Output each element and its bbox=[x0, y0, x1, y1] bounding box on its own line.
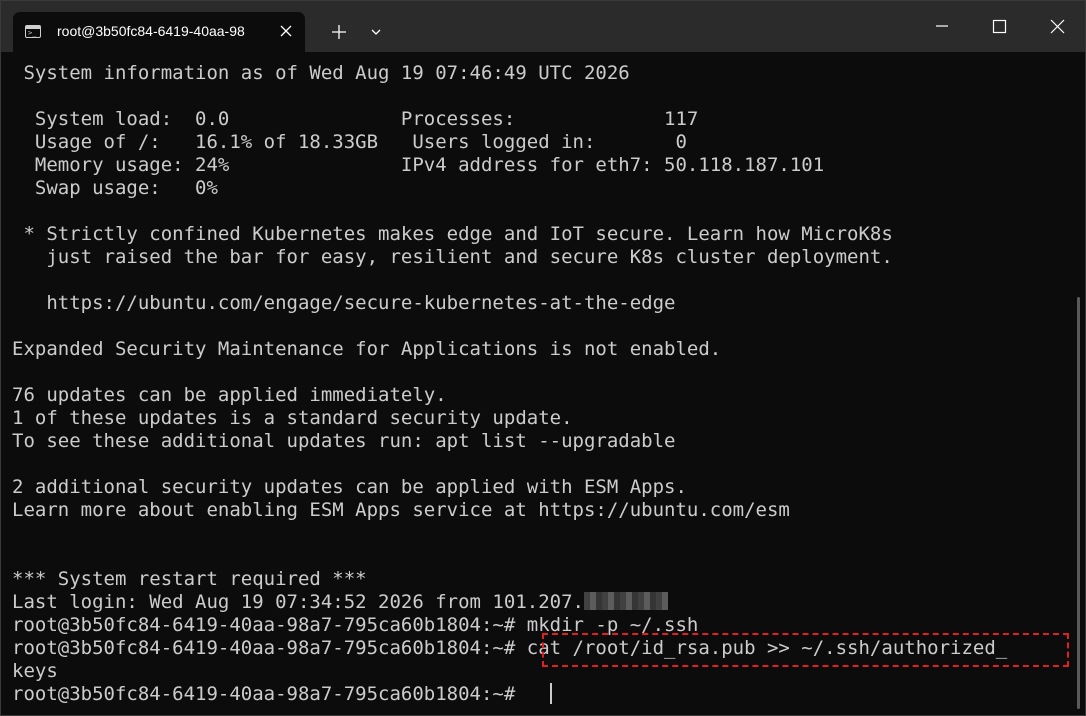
last-login-line: Last login: Wed Aug 19 07:34:52 2026 fro… bbox=[12, 591, 668, 614]
chevron-down-icon[interactable] bbox=[361, 12, 391, 52]
minimize-icon[interactable] bbox=[913, 1, 971, 52]
terminal-window: >_ root@3b50fc84-6419-40aa-98 System inf… bbox=[0, 0, 1086, 716]
title-bar: >_ root@3b50fc84-6419-40aa-98 bbox=[1, 1, 1085, 52]
tab-active[interactable]: >_ root@3b50fc84-6419-40aa-98 bbox=[13, 12, 305, 52]
terminal-line: Memory usage: 24% IPv4 address for eth7:… bbox=[12, 154, 825, 176]
current-prompt-line[interactable]: root@3b50fc84-6419-40aa-98a7-795ca60b180… bbox=[12, 683, 527, 706]
terminal-line: Usage of /: 16.1% of 18.33GB Users logge… bbox=[12, 131, 687, 153]
prompt: root@3b50fc84-6419-40aa-98a7-795ca60b180… bbox=[12, 614, 527, 636]
redacted-ip bbox=[583, 592, 668, 610]
terminal-line: *** System restart required *** bbox=[12, 568, 367, 590]
terminal-output[interactable]: System information as of Wed Aug 19 07:4… bbox=[1, 52, 1073, 715]
last-login-text: Last login: Wed Aug 19 07:34:52 2026 fro… bbox=[12, 591, 584, 613]
terminal-line: 1 of these updates is a standard securit… bbox=[12, 407, 573, 429]
terminal-line[interactable]: Learn more about enabling ESM Apps servi… bbox=[12, 499, 790, 522]
terminal-line: Expanded Security Maintenance for Applic… bbox=[12, 338, 722, 360]
prompt: root@3b50fc84-6419-40aa-98a7-795ca60b180… bbox=[12, 683, 527, 705]
terminal-line[interactable]: https://ubuntu.com/engage/secure-kuberne… bbox=[12, 292, 675, 315]
maximize-icon[interactable] bbox=[971, 1, 1029, 52]
plus-icon[interactable] bbox=[323, 12, 355, 52]
terminal-line: 76 updates can be applied immediately. bbox=[12, 384, 447, 406]
terminal-line: To see these additional updates run: apt… bbox=[12, 430, 676, 452]
terminal-line: just raised the bar for easy, resilient … bbox=[12, 246, 893, 268]
text-cursor bbox=[550, 683, 552, 704]
terminal-line: * Strictly confined Kubernetes makes edg… bbox=[12, 223, 893, 245]
close-tab-icon[interactable] bbox=[275, 20, 297, 42]
command-wrap-line: keys bbox=[12, 660, 58, 682]
scrollbar[interactable] bbox=[1077, 297, 1080, 709]
terminal-line: System load: 0.0 Processes: 117 bbox=[12, 108, 699, 130]
terminal-line: 2 additional security updates can be app… bbox=[12, 476, 687, 498]
terminal-icon: >_ bbox=[25, 25, 41, 38]
prompt: root@3b50fc84-6419-40aa-98a7-795ca60b180… bbox=[12, 637, 527, 659]
terminal-line: System information as of Wed Aug 19 07:4… bbox=[12, 62, 630, 84]
tab-title: root@3b50fc84-6419-40aa-98 bbox=[57, 23, 245, 39]
terminal-line: Swap usage: 0% bbox=[12, 177, 218, 199]
highlight-box bbox=[542, 633, 1069, 667]
close-window-icon[interactable] bbox=[1029, 1, 1085, 52]
